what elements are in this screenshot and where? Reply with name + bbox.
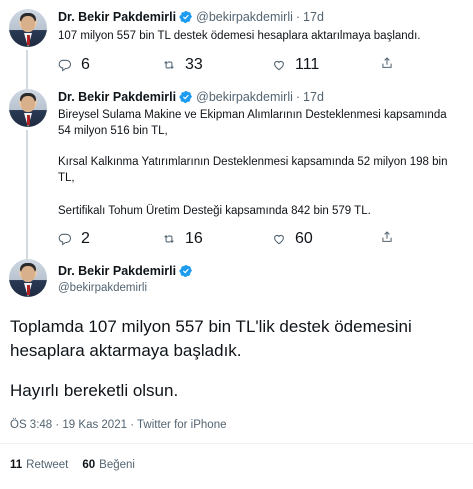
avatar-face — [21, 16, 35, 32]
tweet-text-line-3: Kırsal Kalkınma Yatırımlarının Desteklen… — [58, 156, 448, 168]
dot-separator: · — [295, 10, 301, 24]
tweet-timestamp[interactable]: ÖS 3:48 · 19 Kas 2021 · Twitter for iPho… — [10, 419, 227, 431]
retweet-stat[interactable]: 11 Retweet — [10, 459, 68, 471]
main-tweet-text-line-3: Hayırlı bereketli olsun. — [10, 381, 179, 400]
share-button[interactable] — [380, 56, 394, 70]
like-count: 111 — [295, 56, 320, 73]
main-tweet: Dr. Bekir Pakdemirli @bekirpakdemirli To… — [0, 252, 473, 489]
retweet-count: 33 — [185, 56, 203, 73]
thread-connector-line — [26, 130, 28, 254]
main-tweet-text-line-1: Toplamda 107 milyon 557 bin TL'lik deste… — [10, 317, 412, 336]
tweet-text-line-2: 54 milyon 516 bin TL, — [58, 125, 168, 137]
author-name[interactable]: Dr. Bekir Pakdemirli — [58, 10, 176, 24]
verified-badge-icon — [179, 265, 193, 277]
like-stat[interactable]: 60 Beğeni — [82, 459, 135, 471]
retweet-count: 16 — [185, 230, 203, 247]
like-stat-label: Beğeni — [99, 459, 135, 471]
author-handle[interactable]: @bekirpakdemirli — [196, 10, 293, 24]
avatar-face — [21, 96, 35, 112]
avatar[interactable] — [9, 9, 47, 47]
like-button[interactable]: 111 — [272, 56, 319, 74]
retweet-icon — [164, 235, 174, 243]
reply-button[interactable]: 2 — [58, 230, 90, 248]
engagement-stats: 11 Retweet 60 Beğeni — [10, 459, 149, 471]
like-count: 60 — [295, 230, 313, 247]
avatar-tie — [27, 285, 30, 295]
reply-icon — [58, 233, 72, 246]
like-button[interactable]: 60 — [272, 230, 313, 248]
tweet-text-line-1: Bireysel Sulama Makine ve Ekipman Alımla… — [58, 109, 447, 121]
tweet-header: Dr. Bekir Pakdemirli @bekirpakdemirli · … — [58, 90, 324, 104]
retweet-button[interactable]: 16 — [162, 230, 203, 248]
avatar[interactable] — [9, 89, 47, 127]
avatar[interactable] — [9, 259, 47, 297]
avatar-tie — [27, 35, 30, 45]
heart-icon — [274, 60, 284, 71]
thread-connector-line — [26, 50, 28, 86]
divider — [0, 443, 473, 444]
author-name[interactable]: Dr. Bekir Pakdemirli — [58, 264, 176, 278]
like-stat-count: 60 — [82, 459, 96, 471]
avatar-tie — [27, 115, 30, 125]
thread-tweet-1[interactable]: Dr. Bekir Pakdemirli @bekirpakdemirli · … — [0, 0, 473, 86]
avatar-face — [21, 266, 35, 282]
thread-tweet-2[interactable]: Dr. Bekir Pakdemirli @bekirpakdemirli · … — [0, 84, 473, 254]
author-handle[interactable]: @bekirpakdemirli — [196, 90, 293, 104]
retweet-icon — [164, 61, 174, 69]
tweet-header: Dr. Bekir Pakdemirli @bekirpakdemirli · … — [58, 10, 324, 24]
tweet-text: 107 milyon 557 bin TL destek ödemesi hes… — [58, 30, 421, 42]
tweet-time[interactable]: 17d — [303, 90, 324, 104]
reply-button[interactable]: 6 — [58, 56, 90, 74]
author-name[interactable]: Dr. Bekir Pakdemirli — [58, 90, 176, 104]
retweet-button[interactable]: 33 — [162, 56, 203, 74]
share-icon — [382, 231, 392, 242]
main-tweet-text-line-2: hesaplara aktarmaya başladık. — [10, 341, 242, 360]
reply-count: 6 — [81, 56, 90, 73]
tweet-text-line-5: Sertifikalı Tohum Üretim Desteği kapsamı… — [58, 205, 371, 217]
author-handle[interactable]: @bekirpakdemirli — [58, 281, 147, 296]
reply-count: 2 — [81, 230, 90, 247]
tweet-header: Dr. Bekir Pakdemirli — [58, 264, 196, 278]
tweet-time[interactable]: 17d — [303, 10, 324, 24]
dot-separator: · — [295, 90, 301, 104]
reply-icon — [58, 59, 72, 72]
verified-badge-icon — [179, 91, 193, 103]
retweet-stat-count: 11 — [10, 459, 23, 471]
retweet-stat-label: Retweet — [26, 459, 69, 471]
verified-badge-icon — [179, 11, 193, 23]
heart-icon — [274, 234, 284, 245]
share-icon — [382, 57, 392, 68]
tweet-text-line-4: TL, — [58, 172, 75, 184]
share-button[interactable] — [380, 230, 394, 244]
